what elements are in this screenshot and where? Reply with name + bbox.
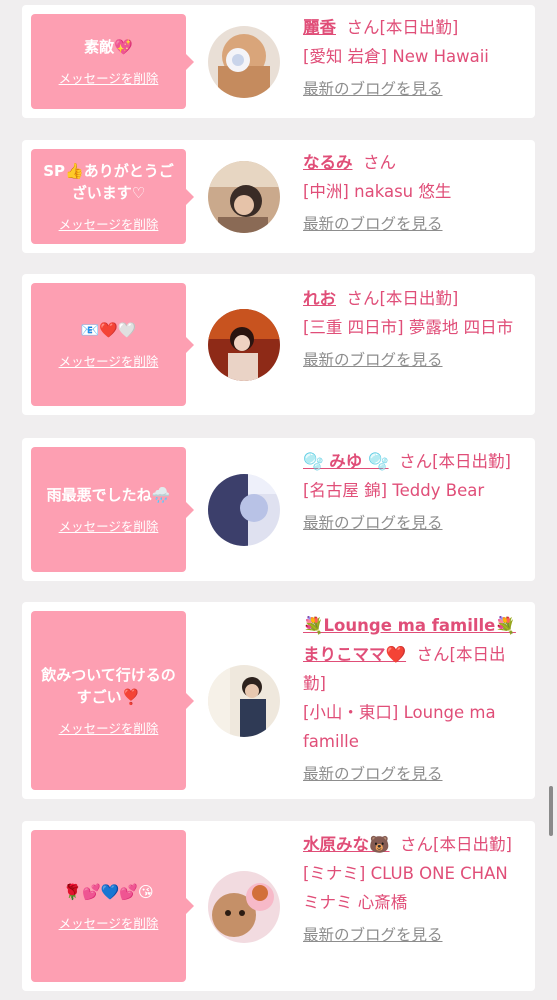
avatar[interactable] [208, 871, 280, 943]
cast-info: 🫧 みゆ 🫧 さん[本日出勤] [名古屋 錦] Teddy Bear 最新のブロ… [303, 447, 519, 535]
message-bubble: 雨最悪でしたね🌧️ メッセージを削除 [31, 447, 194, 572]
san-suffix: さん [399, 452, 433, 471]
delete-message-link[interactable]: メッセージを削除 [59, 516, 159, 535]
san-suffix: さん [363, 153, 396, 172]
cast-name-link[interactable]: 🫧 みゆ 🫧 [303, 452, 389, 471]
avatar-photo [208, 26, 280, 98]
message-card: 🌹💕💙💕😘 メッセージを削除 水原みな🐻 さん[本日出勤] [ミナミ] CLUB… [22, 821, 535, 991]
latest-blog-link[interactable]: 最新のブログを見る [303, 762, 519, 786]
cast-name-link[interactable]: 水原みな🐻 [303, 835, 390, 854]
message-text: SP👍ありがとうございます♡ [43, 162, 174, 202]
avatar-photo [208, 665, 280, 737]
message-text: 📧❤️🤍 [80, 321, 137, 339]
cast-location: [三重 四日市] 夢露地 四日市 [303, 318, 514, 337]
latest-blog-link[interactable]: 最新のブログを見る [303, 77, 519, 101]
cast-info: なるみ さん [中洲] nakasu 悠生 最新のブログを見る [303, 148, 519, 236]
cast-info: 水原みな🐻 さん[本日出勤] [ミナミ] CLUB ONE CHAN ミナミ 心… [303, 830, 519, 947]
cast-status: [本日出勤] [379, 289, 459, 308]
cast-status: [本日出勤] [432, 452, 511, 471]
cast-location: [愛知 岩倉] New Hawaii [303, 47, 489, 66]
cast-name-link[interactable]: れお [303, 289, 336, 308]
cast-status: [本日出勤] [433, 835, 512, 854]
message-card: 飲みついて行けるのすごい❣️ メッセージを削除 💐Lounge ma famil… [22, 602, 535, 799]
avatar-photo [208, 161, 280, 233]
message-text: 雨最悪でしたね🌧️ [46, 486, 171, 504]
delete-message-link[interactable]: メッセージを削除 [59, 68, 159, 87]
latest-blog-link[interactable]: 最新のブログを見る [303, 511, 519, 535]
message-bubble: 🌹💕💙💕😘 メッセージを削除 [31, 830, 194, 982]
cast-status: [本日出勤] [379, 18, 459, 37]
message-text: 飲みついて行けるのすごい❣️ [41, 666, 176, 706]
scrollbar[interactable] [549, 786, 553, 836]
message-bubble: 📧❤️🤍 メッセージを削除 [31, 283, 194, 406]
message-card: 雨最悪でしたね🌧️ メッセージを削除 🫧 みゆ 🫧 さん[本日出勤] [名古屋 … [22, 438, 535, 581]
san-suffix: さん [346, 289, 380, 308]
delete-message-link[interactable]: メッセージを削除 [59, 214, 159, 233]
latest-blog-link[interactable]: 最新のブログを見る [303, 923, 519, 947]
message-card: 📧❤️🤍 メッセージを削除 れお さん[本日出勤] [三重 四日市] 夢露地 四… [22, 274, 535, 415]
avatar[interactable] [208, 26, 280, 98]
avatar[interactable] [208, 474, 280, 546]
cast-name-link[interactable]: なるみ [303, 153, 353, 172]
san-suffix: さん [416, 645, 450, 664]
avatar-photo [208, 474, 280, 546]
message-bubble: 飲みついて行けるのすごい❣️ メッセージを削除 [31, 611, 194, 790]
cast-info: 麗香 さん[本日出勤] [愛知 岩倉] New Hawaii 最新のブログを見る [303, 13, 519, 101]
cast-location: [ミナミ] CLUB ONE CHAN ミナミ 心斎橋 [303, 864, 508, 912]
cast-name-link[interactable]: 麗香 [303, 18, 336, 37]
avatar-photo [208, 871, 280, 943]
message-bubble: 素敵💖 メッセージを削除 [31, 14, 194, 109]
message-card: SP👍ありがとうございます♡ メッセージを削除 なるみ さん [中洲] naka… [22, 140, 535, 253]
san-suffix: さん [346, 18, 380, 37]
message-text: 🌹💕💙💕😘 [63, 882, 154, 901]
avatar[interactable] [208, 161, 280, 233]
cast-info: 💐Lounge ma famille💐 まりこママ❤️ さん[本日出勤] [小山… [303, 611, 519, 786]
latest-blog-link[interactable]: 最新のブログを見る [303, 348, 519, 372]
cast-location: [中洲] nakasu 悠生 [303, 182, 452, 201]
cast-location: [小山・東口] Lounge ma famille [303, 703, 496, 751]
message-card: 素敵💖 メッセージを削除 麗香 さん[本日出勤] [愛知 岩倉] New Haw… [22, 5, 535, 118]
delete-message-link[interactable]: メッセージを削除 [59, 913, 159, 932]
avatar[interactable] [208, 309, 280, 381]
latest-blog-link[interactable]: 最新のブログを見る [303, 212, 519, 236]
delete-message-link[interactable]: メッセージを削除 [59, 718, 159, 737]
message-text: 素敵💖 [84, 38, 133, 56]
cast-location: [名古屋 錦] Teddy Bear [303, 481, 485, 500]
san-suffix: さん [400, 835, 434, 854]
avatar-photo [208, 309, 280, 381]
avatar[interactable] [208, 665, 280, 737]
delete-message-link[interactable]: メッセージを削除 [59, 351, 159, 370]
cast-info: れお さん[本日出勤] [三重 四日市] 夢露地 四日市 最新のブログを見る [303, 284, 519, 372]
message-bubble: SP👍ありがとうございます♡ メッセージを削除 [31, 149, 194, 244]
